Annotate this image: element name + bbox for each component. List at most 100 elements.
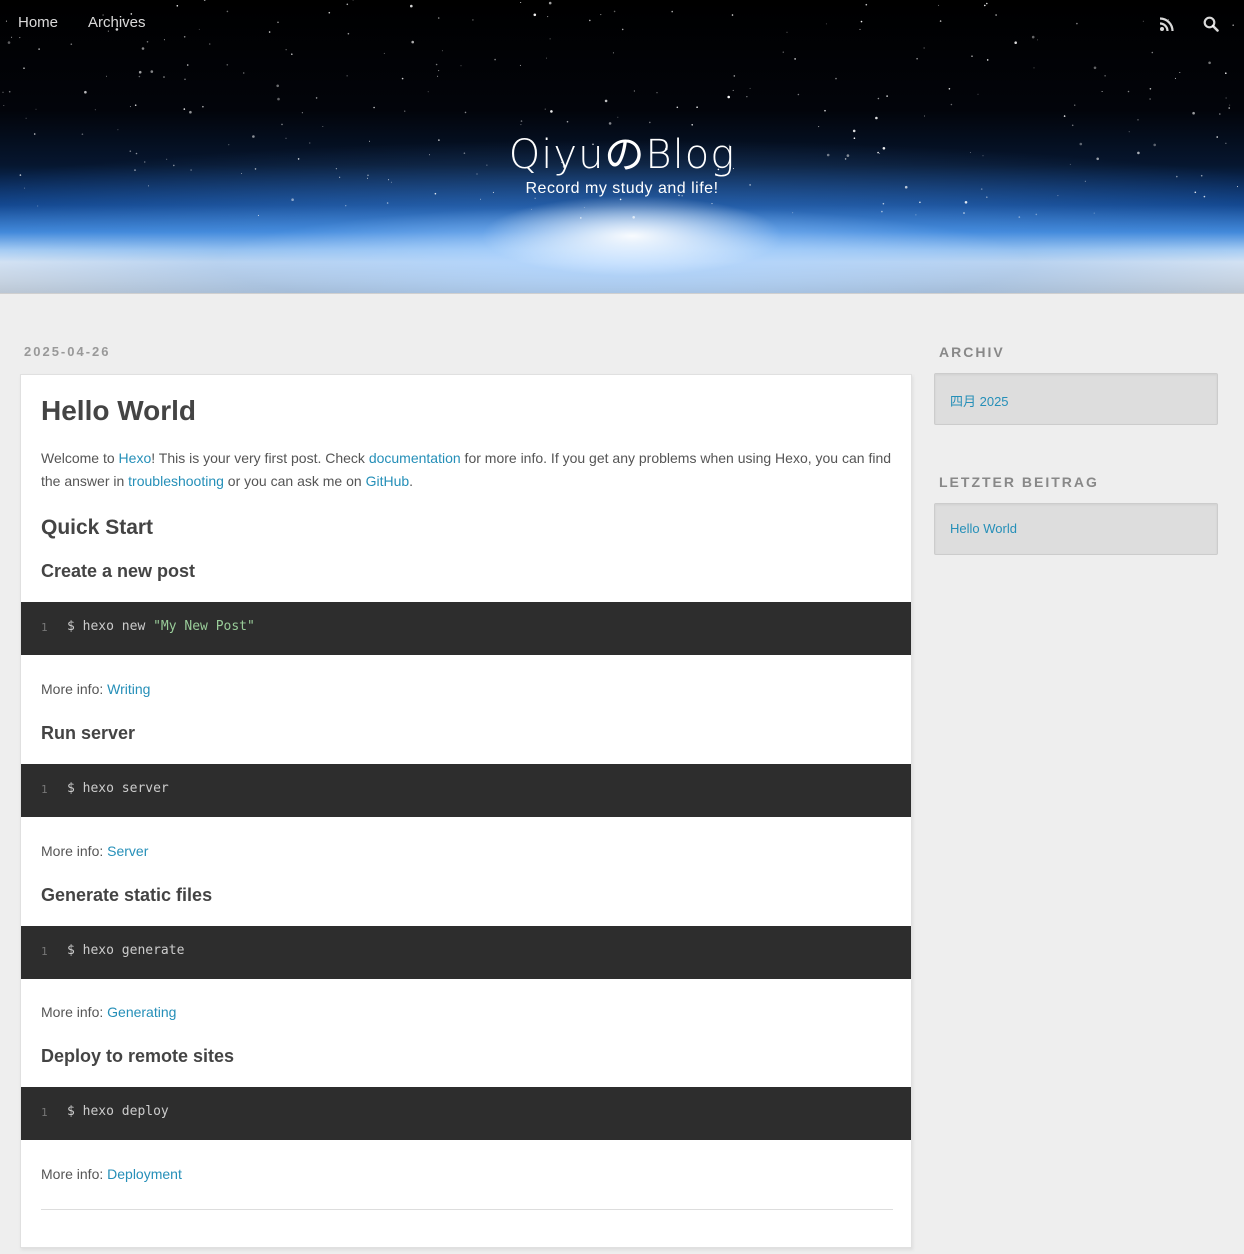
more-info-server: More info: Server (41, 843, 148, 859)
star (186, 64, 189, 66)
post-date[interactable]: 2025-04-26 (24, 344, 111, 359)
star (441, 50, 443, 52)
star (84, 90, 87, 94)
link-generating[interactable]: Generating (107, 1004, 176, 1020)
star (494, 58, 496, 61)
article-divider (41, 1209, 893, 1210)
star (1179, 72, 1181, 73)
star (881, 210, 883, 213)
intro-text: ! This is your very first post. Check (151, 450, 369, 466)
star (427, 91, 429, 93)
star (882, 202, 885, 205)
heading-create-post: Create a new post (41, 561, 196, 581)
star (1219, 113, 1221, 115)
star (106, 75, 107, 77)
star (129, 106, 131, 108)
rss-icon[interactable] (1159, 16, 1175, 32)
site-subtitle: Record my study and life! (525, 180, 719, 197)
code-block-new-post: 1 $ hexo new "My New Post" (21, 602, 911, 655)
star (583, 207, 585, 208)
star (580, 217, 582, 219)
star (134, 104, 137, 106)
star (964, 201, 968, 204)
code-command-text: $ hexo new (67, 619, 154, 634)
star (971, 55, 973, 57)
link-troubleshooting[interactable]: troubleshooting (128, 473, 224, 489)
star (1149, 88, 1152, 90)
star (792, 212, 794, 214)
star (950, 103, 953, 106)
star (345, 205, 347, 207)
nav-link-archives[interactable]: Archives (88, 14, 146, 31)
post-article: Hello World Welcome to Hexo! This is you… (20, 374, 912, 1248)
link-github[interactable]: GitHub (366, 473, 410, 489)
star (1192, 111, 1195, 115)
star (438, 70, 440, 72)
post-title[interactable]: Hello World (41, 395, 196, 427)
link-server[interactable]: Server (107, 843, 148, 859)
more-info-label: More info: (41, 1004, 108, 1020)
star (963, 212, 965, 214)
star (346, 75, 348, 77)
star (189, 110, 192, 114)
star (1093, 66, 1097, 70)
star (604, 99, 608, 103)
code-line-number: 1 (41, 945, 48, 958)
star (301, 112, 303, 114)
more-info-label: More info: (41, 843, 108, 859)
star (243, 72, 245, 74)
star (2, 91, 4, 93)
star (202, 105, 204, 108)
code-block-deploy: 1 $ hexo deploy (21, 1087, 911, 1140)
more-info-writing: More info: Writing (41, 681, 150, 697)
star (1035, 213, 1038, 216)
star (1127, 90, 1130, 93)
star (1228, 107, 1230, 109)
more-info-generating: More info: Generating (41, 1004, 176, 1020)
more-info-label: More info: (41, 1166, 108, 1182)
star (276, 84, 280, 88)
search-icon[interactable] (1203, 16, 1219, 32)
star (183, 108, 186, 110)
star (480, 198, 481, 200)
star (632, 216, 635, 219)
link-hexo[interactable]: Hexo (119, 450, 152, 466)
more-info-deployment: More info: Deployment (41, 1166, 182, 1182)
star (38, 48, 40, 50)
star (1174, 77, 1176, 79)
star (94, 109, 96, 111)
code-command: $ hexo deploy (67, 1104, 169, 1119)
star (727, 95, 730, 99)
link-writing[interactable]: Writing (107, 681, 150, 697)
nav-link-home[interactable]: Home (18, 14, 58, 31)
link-deployment[interactable]: Deployment (107, 1166, 182, 1182)
star (464, 111, 467, 114)
star (291, 53, 293, 55)
sidebar-archive-box: 四月 2025 (934, 373, 1218, 425)
recent-post-link-hello-world[interactable]: Hello World (950, 521, 1017, 536)
star (1063, 115, 1066, 117)
star (437, 75, 439, 77)
star (1208, 61, 1211, 65)
code-line-number: 1 (41, 621, 48, 634)
star (386, 202, 389, 204)
star (226, 64, 229, 66)
intro-text: . (409, 473, 414, 489)
code-command: $ hexo generate (67, 943, 185, 958)
star (977, 93, 979, 95)
star (924, 115, 925, 117)
code-command: $ hexo new "My New Post" (67, 619, 255, 634)
star (404, 110, 406, 112)
star (676, 106, 679, 109)
star (986, 59, 989, 61)
site-title[interactable]: QiyuのBlog (0, 122, 1244, 180)
code-command: $ hexo server (67, 781, 169, 796)
link-documentation[interactable]: documentation (369, 450, 461, 466)
star (875, 116, 878, 120)
site-header: Home Archives QiyuのBlog Record my study … (0, 0, 1244, 294)
star (277, 97, 280, 101)
archive-link-april-2025[interactable]: 四月 2025 (950, 391, 1009, 410)
star (435, 63, 438, 66)
intro-text: or you can ask me on (223, 473, 366, 489)
post-intro: Welcome to Hexo! This is your very first… (41, 447, 893, 493)
